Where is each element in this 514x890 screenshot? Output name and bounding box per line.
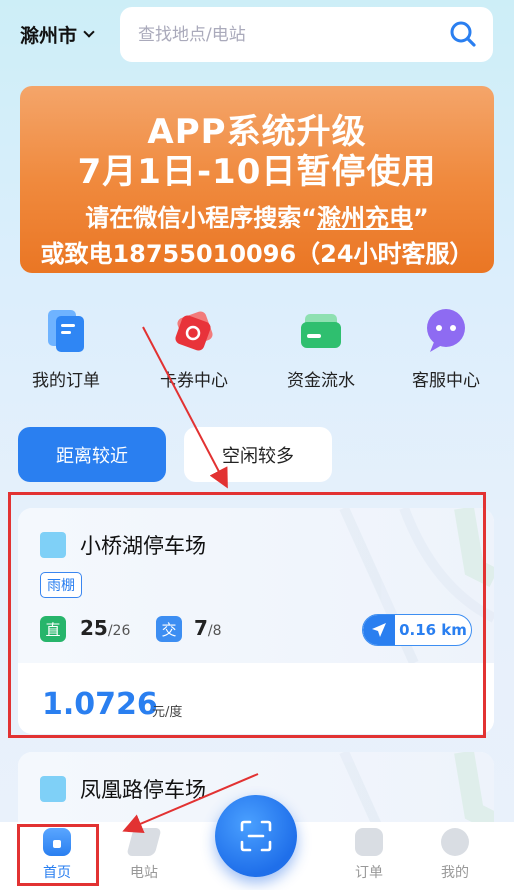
promo-banner[interactable]: APP系统升级 7月1日-10日暂停使用 请在微信小程序搜索“滁州充电” 或致电… xyxy=(20,86,494,273)
banner-line-3: 请在微信小程序搜索“滁州充电” xyxy=(85,204,429,232)
tab-nearest[interactable]: 距离较近 xyxy=(18,427,166,482)
nav-mine[interactable]: 我的 xyxy=(420,828,490,882)
quick-item-service[interactable]: 客服中心 xyxy=(391,306,501,391)
city-selector[interactable]: 滁州市 xyxy=(20,18,95,50)
station-square-icon xyxy=(40,776,66,802)
quick-menu: 我的订单 卡券中心 资金流水 客服中心 xyxy=(0,306,514,396)
city-label: 滁州市 xyxy=(20,24,78,47)
order-icon xyxy=(355,828,383,856)
wallet-card-icon xyxy=(297,306,345,354)
quick-label: 资金流水 xyxy=(287,371,355,391)
nav-label: 电站 xyxy=(130,865,158,881)
highlight-box-home xyxy=(17,824,99,886)
nav-orders[interactable]: 订单 xyxy=(334,828,404,882)
coupon-ticket-icon xyxy=(170,306,218,354)
tab-most-free[interactable]: 空闲较多 xyxy=(184,427,332,482)
quick-label: 卡券中心 xyxy=(160,371,228,391)
nav-label: 订单 xyxy=(355,865,383,881)
quick-item-orders[interactable]: 我的订单 xyxy=(11,306,121,391)
station-name: 凤凰路停车场 xyxy=(80,778,206,802)
search-box[interactable] xyxy=(120,7,493,62)
quick-item-funds[interactable]: 资金流水 xyxy=(266,306,376,391)
search-icon[interactable] xyxy=(449,20,477,48)
order-doc-icon xyxy=(42,306,90,354)
quick-label: 我的订单 xyxy=(32,371,100,391)
user-icon xyxy=(441,828,469,856)
chat-bubble-icon xyxy=(422,306,470,354)
scan-button[interactable] xyxy=(215,795,297,877)
nav-stations[interactable]: 电站 xyxy=(109,828,179,882)
header: 滁州市 xyxy=(0,0,514,70)
quick-item-coupons[interactable]: 卡券中心 xyxy=(139,306,249,391)
lightning-icon xyxy=(126,828,162,856)
banner-line-2: 7月1日-10日暂停使用 xyxy=(77,152,437,192)
search-input[interactable] xyxy=(138,24,438,45)
quick-label: 客服中心 xyxy=(412,371,480,391)
banner-line-4: 或致电18755010096（24小时客服） xyxy=(40,240,474,268)
scan-icon xyxy=(240,820,272,852)
chevron-down-icon xyxy=(83,26,95,38)
nav-label: 我的 xyxy=(441,865,469,881)
highlight-box-card xyxy=(8,492,486,738)
